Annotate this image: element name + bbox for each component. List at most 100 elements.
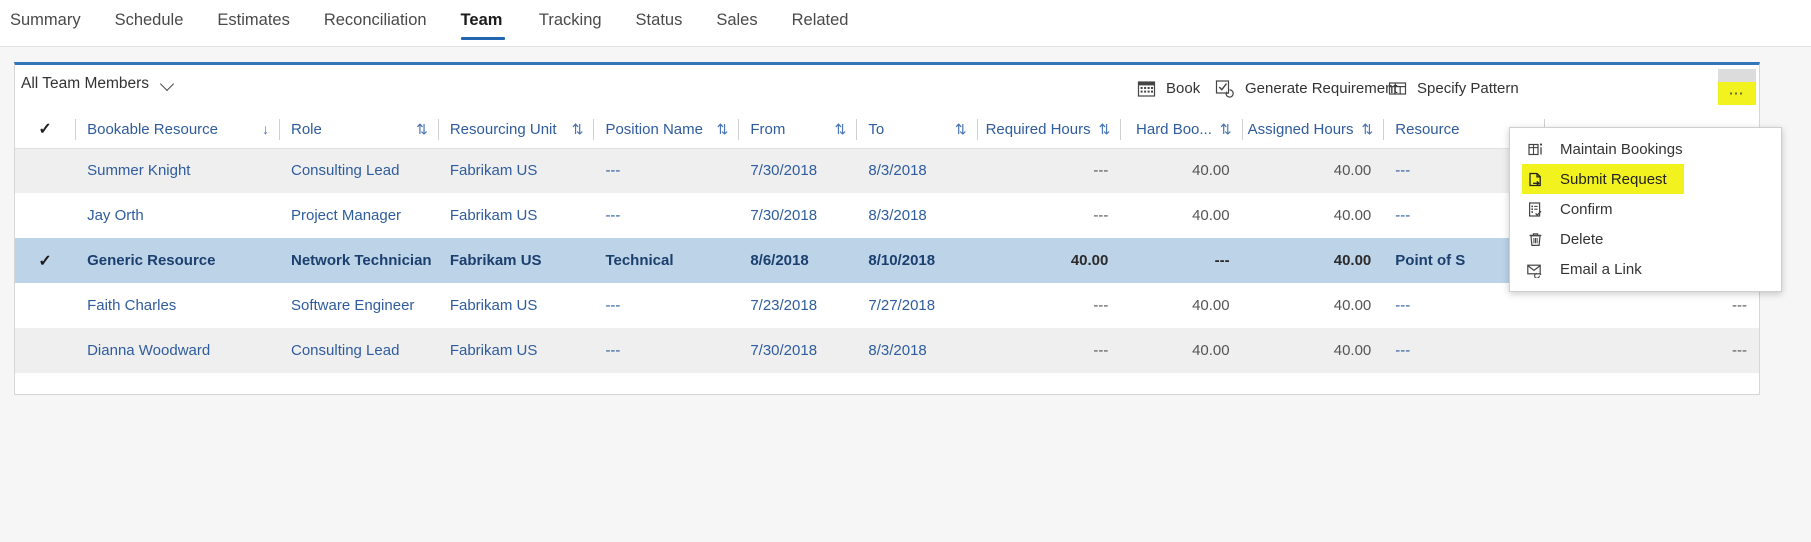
cell-position-name: --- — [593, 193, 738, 238]
sort-toggle-icon[interactable]: ⇅ — [717, 121, 729, 138]
cell-role: Consulting Lead — [279, 148, 438, 193]
table-row[interactable]: Faith CharlesSoftware EngineerFabrikam U… — [15, 283, 1759, 328]
sort-toggle-icon[interactable]: ⇅ — [955, 121, 967, 138]
more-commands-hover-strip — [1718, 69, 1756, 82]
cell-from: 7/30/2018 — [738, 193, 856, 238]
column-header-from[interactable]: From ⇅ — [738, 111, 856, 148]
generate-requirement-button[interactable]: Generate Requirement — [1215, 73, 1398, 103]
sort-toggle-icon[interactable]: ⇅ — [1362, 121, 1374, 138]
cell-value: 40.00 — [1192, 207, 1230, 224]
row-select-checkbox[interactable] — [15, 193, 75, 238]
checkmark-icon: ✓ — [38, 253, 51, 270]
cell-value: --- — [1395, 162, 1410, 179]
cell-value: 8/6/2018 — [750, 252, 808, 269]
row-select-checkbox[interactable] — [15, 148, 75, 193]
cell-value: --- — [1093, 207, 1108, 224]
select-all-header[interactable]: ✓ — [15, 111, 75, 148]
menu-item-delete[interactable]: Delete — [1510, 224, 1781, 254]
cell-value: --- — [1732, 342, 1747, 359]
cell-position-name: Technical — [593, 238, 738, 283]
menu-item-maintain-bookings[interactable]: Maintain Bookings — [1510, 134, 1781, 164]
more-commands-button[interactable]: ⋯ — [1718, 69, 1756, 105]
cell-value: --- — [605, 342, 620, 359]
sort-descending-icon[interactable]: ↓ — [262, 121, 269, 137]
tab-label: Estimates — [217, 11, 289, 29]
grid-pattern-icon — [1388, 79, 1407, 98]
cell-hard-booked-hours: 40.00 — [1120, 283, 1241, 328]
table-row[interactable]: ✓Generic ResourceNetwork TechnicianFabri… — [15, 238, 1759, 283]
cell-value: 8/10/2018 — [868, 252, 935, 269]
menu-item-label: Confirm — [1560, 201, 1613, 218]
table-body: Summer KnightConsulting LeadFabrikam US-… — [15, 148, 1759, 373]
cell-value: Technical — [605, 252, 673, 269]
tab-team[interactable]: Team — [461, 0, 505, 47]
sort-toggle-icon[interactable]: ⇅ — [1220, 121, 1232, 138]
table-row[interactable]: Dianna WoodwardConsulting LeadFabrikam U… — [15, 328, 1759, 373]
table-row[interactable]: Summer KnightConsulting LeadFabrikam US-… — [15, 148, 1759, 193]
column-header-resourcing-unit[interactable]: Resourcing Unit ⇅ — [438, 111, 594, 148]
cell-to: 8/3/2018 — [856, 148, 976, 193]
menu-item-submit-request[interactable]: Submit Request — [1522, 164, 1684, 194]
cell-value: Jay Orth — [87, 207, 144, 224]
column-header-position-name[interactable]: Position Name ⇅ — [593, 111, 738, 148]
tab-sales[interactable]: Sales — [716, 0, 757, 47]
cell-value: 40.00 — [1334, 162, 1372, 179]
row-select-checkbox[interactable]: ✓ — [15, 238, 75, 283]
menu-item-label: Submit Request — [1560, 171, 1667, 188]
calendar-icon — [1137, 79, 1156, 98]
sort-toggle-icon[interactable]: ⇅ — [572, 121, 584, 138]
column-header-label: Resource — [1395, 121, 1459, 138]
column-header-assigned-hours[interactable]: Assigned Hours ⇅ — [1242, 111, 1384, 148]
specify-pattern-button[interactable]: Specify Pattern — [1388, 73, 1519, 103]
column-header-to[interactable]: To⇅ — [856, 111, 976, 148]
menu-item-confirm[interactable]: Confirm — [1510, 194, 1781, 224]
cell-value: 40.00 — [1334, 342, 1372, 359]
row-select-checkbox[interactable] — [15, 328, 75, 373]
column-header-hard-booked-hours[interactable]: Hard Boo...⇅ — [1120, 111, 1241, 148]
column-header-role[interactable]: Role⇅ — [279, 111, 438, 148]
cell-value: --- — [1732, 297, 1747, 314]
book-button[interactable]: Book — [1137, 73, 1200, 103]
column-header-label: Resourcing Unit — [450, 121, 557, 138]
cell-resourcing-unit: Fabrikam US — [438, 238, 594, 283]
column-header-required-hours[interactable]: Required Hours⇅ — [977, 111, 1121, 148]
tab-summary[interactable]: Summary — [10, 0, 81, 47]
cell-value: --- — [1093, 342, 1108, 359]
cell-value: Dianna Woodward — [87, 342, 210, 359]
tab-reconciliation[interactable]: Reconciliation — [324, 0, 427, 47]
cell-required-hours: --- — [977, 283, 1121, 328]
cell-hard-booked-hours: 40.00 — [1120, 148, 1241, 193]
row-select-checkbox[interactable] — [15, 283, 75, 328]
cell-value: 8/3/2018 — [868, 207, 926, 224]
column-header-label: Position Name — [605, 121, 703, 138]
cell-hard-booked-hours: --- — [1120, 238, 1241, 283]
checkmark-icon: ✓ — [15, 119, 75, 139]
cell-value: Fabrikam US — [450, 342, 538, 359]
column-header-label: Assigned Hours — [1248, 121, 1354, 138]
cell-role: Network Technician — [279, 238, 438, 283]
tab-bar: Summary Schedule Estimates Reconciliation Te… — [0, 0, 1811, 47]
tab-tracking[interactable]: Tracking — [539, 0, 602, 47]
sort-toggle-icon[interactable]: ⇅ — [1099, 121, 1111, 138]
menu-item-email-a-link[interactable]: Email a Link — [1510, 254, 1781, 284]
cell-required-hours: --- — [977, 193, 1121, 238]
cell-bookable-resource: Summer Knight — [75, 148, 279, 193]
tab-schedule[interactable]: Schedule — [115, 0, 184, 47]
cell-position-name: --- — [593, 148, 738, 193]
column-header-label: From — [750, 121, 785, 138]
cell-value: Network Technician — [291, 252, 432, 269]
cell-value: --- — [1215, 252, 1230, 269]
sort-toggle-icon[interactable]: ⇅ — [416, 121, 428, 138]
sort-toggle-icon[interactable]: ⇅ — [835, 121, 847, 138]
column-header-bookable-resource[interactable]: Bookable Resource↓ — [75, 111, 279, 148]
tab-status[interactable]: Status — [636, 0, 683, 47]
tab-estimates[interactable]: Estimates — [217, 0, 289, 47]
cell-value: Summer Knight — [87, 162, 190, 179]
table-row[interactable]: Jay OrthProject ManagerFabrikam US---7/3… — [15, 193, 1759, 238]
view-selector[interactable]: All Team Members — [21, 75, 175, 93]
cell-value: Faith Charles — [87, 297, 176, 314]
tab-related[interactable]: Related — [792, 0, 849, 47]
cell-required-hours: --- — [977, 148, 1121, 193]
cell-value: --- — [1093, 162, 1108, 179]
more-commands-menu: Maintain Bookings Submit Request Confirm De… — [1509, 127, 1782, 292]
